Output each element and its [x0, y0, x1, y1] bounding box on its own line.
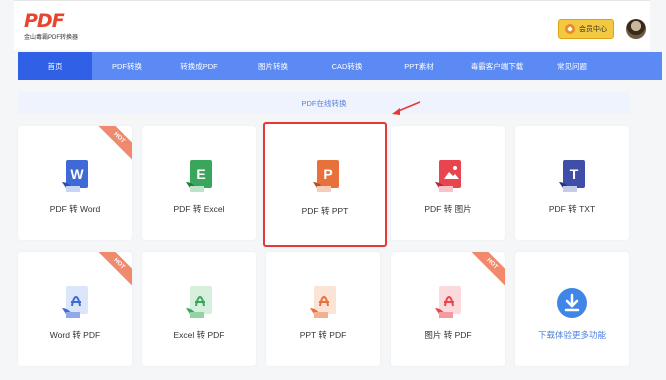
excel-to-pdf-icon	[186, 286, 212, 318]
hot-badge: HOT	[468, 252, 505, 288]
excel-icon: E	[186, 160, 212, 192]
card-pdf-to-excel[interactable]: E PDF 转 Excel	[142, 126, 256, 240]
card-label: Word 转 PDF	[49, 330, 101, 340]
ppt-icon: P	[313, 160, 339, 192]
crown-icon	[565, 24, 575, 34]
card-ppt-to-pdf[interactable]: PPT 转 PDF	[266, 252, 380, 366]
image-to-pdf-icon	[435, 286, 461, 318]
svg-text:W: W	[70, 166, 84, 182]
vip-center-button[interactable]: 会员中心	[558, 19, 614, 39]
nav-item-ppt-material[interactable]: PPT素材	[384, 52, 454, 80]
nav-item-pdf-convert[interactable]: PDF转换	[92, 52, 162, 80]
card-pdf-to-txt[interactable]: T PDF 转 TXT	[515, 126, 629, 240]
nav-item-convert-to-pdf[interactable]: 转换成PDF	[162, 52, 236, 80]
hot-badge: HOT	[95, 126, 132, 162]
red-arrow-annotation	[392, 101, 421, 115]
download-icon	[557, 288, 587, 318]
header: PDF 金山毒霸PDF转换器 会员中心	[14, 0, 650, 50]
card-word-to-pdf[interactable]: HOT Word 转 PDF	[18, 252, 132, 366]
svg-text:T: T	[570, 166, 579, 182]
card-image-to-pdf[interactable]: HOT 图片 转 PDF	[391, 252, 505, 366]
word-icon: W	[62, 160, 88, 192]
card-excel-to-pdf[interactable]: Excel 转 PDF	[142, 252, 256, 366]
ppt-to-pdf-icon	[310, 286, 336, 318]
nav-item-client-download[interactable]: 毒霸客户端下载	[454, 52, 540, 80]
word-to-pdf-icon	[62, 286, 88, 318]
main-nav: 首页 PDF转换 转换成PDF 图片转换 CAD转换 PPT素材 毒霸客户端下载…	[18, 52, 662, 80]
vip-center-label: 会员中心	[579, 26, 607, 33]
download-more-link[interactable]: 下载体验更多功能	[515, 329, 629, 341]
image-icon	[435, 160, 461, 192]
card-pdf-to-image[interactable]: PDF 转 图片	[391, 126, 505, 240]
txt-icon: T	[559, 160, 585, 192]
card-label: PDF 转 Word	[49, 204, 101, 214]
card-label: PPT 转 PDF	[299, 330, 347, 340]
nav-item-cad-convert[interactable]: CAD转换	[310, 52, 384, 80]
card-pdf-to-word[interactable]: HOT W PDF 转 Word	[18, 126, 132, 240]
logo-subtitle: 金山毒霸PDF转换器	[24, 35, 79, 41]
nav-item-image-convert[interactable]: 图片转换	[236, 52, 310, 80]
svg-text:E: E	[196, 166, 205, 182]
svg-text:P: P	[323, 166, 332, 182]
card-download-more[interactable]: 下载体验更多功能	[515, 252, 629, 366]
card-label: PDF 转 TXT	[548, 204, 596, 214]
nav-item-home[interactable]: 首页	[18, 52, 92, 80]
nav-item-faq[interactable]: 常见问题	[540, 52, 604, 80]
card-label: PDF 转 Excel	[173, 204, 225, 214]
card-label: PDF 转 PPT	[301, 206, 349, 216]
card-label: Excel 转 PDF	[173, 330, 225, 340]
avatar[interactable]	[626, 19, 646, 39]
logo-mark: PDF	[24, 10, 65, 32]
section-title: PDF在线转换	[18, 92, 630, 114]
card-label: 图片 转 PDF	[424, 330, 472, 340]
card-label: PDF 转 图片	[424, 204, 472, 214]
hot-badge: HOT	[95, 252, 132, 288]
card-pdf-to-ppt[interactable]: P PDF 转 PPT	[263, 122, 387, 247]
logo[interactable]: PDF 金山毒霸PDF转换器	[24, 11, 78, 41]
